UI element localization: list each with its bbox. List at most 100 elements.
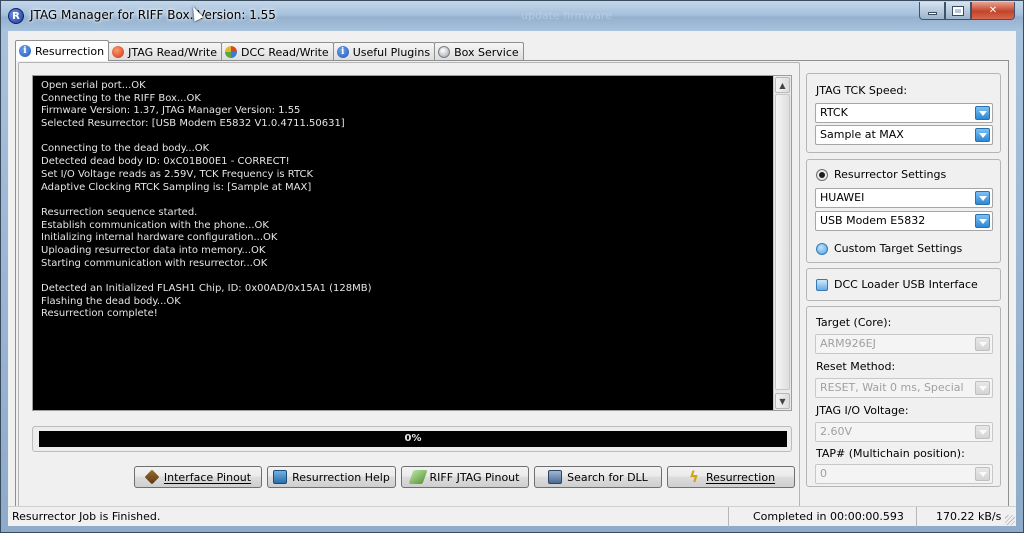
- console-line: Resurrection sequence started.: [41, 206, 198, 218]
- scroll-down-arrow-icon[interactable]: ▼: [775, 393, 790, 409]
- log-group: Open serial port...OK Connecting to the R…: [18, 62, 800, 517]
- title-bar[interactable]: R JTAG Manager for RIFF Box. Version: 1.…: [1, 1, 1023, 31]
- riff-jtag-pinout-button[interactable]: RIFF JTAG Pinout: [401, 466, 529, 488]
- scroll-thumb[interactable]: [775, 94, 790, 390]
- window-controls: ✕: [919, 2, 1015, 20]
- interface-pinout-button[interactable]: Interface Pinout: [134, 466, 262, 488]
- model-select[interactable]: USB Modem E5832: [815, 211, 993, 231]
- console-line: Connecting to the dead body...OK: [41, 143, 210, 155]
- console-line: Connecting to the RIFF Box...OK: [41, 92, 201, 104]
- console-scrollbar[interactable]: ▲ ▼: [773, 76, 791, 410]
- cube-icon: [144, 469, 160, 485]
- console-line: Selected Resurrector: [USB Modem E5832 V…: [41, 118, 345, 130]
- reset-method-label: Reset Method:: [816, 360, 896, 373]
- tab-label: Box Service: [454, 45, 519, 59]
- pinout-icon: [407, 470, 428, 484]
- chevron-down-icon[interactable]: [975, 191, 990, 205]
- tap-position-label: TAP# (Multichain position):: [816, 447, 965, 460]
- status-message: Resurrector Job is Finished.: [12, 510, 161, 523]
- combo-value: Sample at MAX: [820, 128, 904, 141]
- tab-label: Useful Plugins: [352, 45, 431, 59]
- window-title: JTAG Manager for RIFF Box. Version: 1.55: [30, 8, 276, 22]
- console-line: Starting communication with resurrector.…: [41, 257, 268, 269]
- chevron-down-icon[interactable]: [975, 128, 990, 142]
- io-voltage-label: JTAG I/O Voltage:: [816, 404, 909, 417]
- io-voltage-select[interactable]: 2.60V: [815, 422, 993, 442]
- reset-method-select[interactable]: RESET, Wait 0 ms, Special: [815, 378, 993, 398]
- button-label: Search for DLL: [567, 470, 648, 484]
- tck-speed-group: JTAG TCK Speed: RTCK Sample at MAX: [806, 73, 1001, 153]
- maximize-icon: [952, 5, 964, 16]
- action-buttons: Interface Pinout Resurrection Help RIFF …: [134, 466, 800, 488]
- chevron-down-icon[interactable]: [975, 337, 990, 351]
- rtck-sampling-select[interactable]: Sample at MAX: [815, 125, 993, 145]
- search-for-dll-button[interactable]: Search for DLL: [534, 466, 662, 488]
- tab-box-service[interactable]: Box Service: [434, 42, 524, 61]
- resurrector-settings-label[interactable]: Resurrector Settings: [834, 168, 946, 181]
- tab-strip: i Resurrection JTAG Read/Write DCC Read/…: [15, 40, 524, 61]
- chevron-down-icon[interactable]: [975, 214, 990, 228]
- tap-position-select[interactable]: 0: [815, 464, 993, 484]
- tab-label: JTAG Read/Write: [128, 45, 217, 59]
- console-line: Adaptive Clocking RTCK Sampling is: [Sam…: [41, 181, 312, 193]
- button-label: Interface Pinout: [163, 470, 252, 484]
- resurrection-help-button[interactable]: Resurrection Help: [267, 466, 396, 488]
- status-transfer-speed: 170.22 kB/s: [936, 510, 1002, 523]
- status-bar: Resurrector Job is Finished. Completed i…: [8, 506, 1016, 527]
- status-completed-time: Completed in 00:00:00.593: [753, 510, 904, 523]
- riff-app-icon[interactable]: R: [8, 8, 24, 24]
- minimize-icon: [927, 11, 937, 15]
- status-separator: [916, 507, 917, 527]
- console-line: Detected dead body ID: 0xC01B00E1 - CORR…: [41, 156, 290, 168]
- chevron-down-icon[interactable]: [975, 106, 990, 120]
- minimize-button[interactable]: [919, 2, 945, 20]
- manufacturer-select[interactable]: HUAWEI: [815, 188, 993, 208]
- console-log[interactable]: Open serial port...OK Connecting to the R…: [33, 76, 769, 410]
- tab-dcc-read-write[interactable]: DCC Read/Write: [220, 42, 334, 61]
- console-line: Initializing internal hardware configura…: [41, 232, 278, 244]
- combo-value: HUAWEI: [820, 191, 865, 204]
- tab-resurrection[interactable]: i Resurrection: [15, 40, 110, 61]
- console-line: Establish communication with the phone..…: [41, 219, 269, 231]
- scroll-up-arrow-icon[interactable]: ▲: [775, 77, 790, 93]
- client-area: i Resurrection JTAG Read/Write DCC Read/…: [8, 31, 1016, 527]
- close-button[interactable]: ✕: [971, 2, 1015, 20]
- resize-grip-icon[interactable]: [1005, 515, 1015, 525]
- console-line: Resurrection complete!: [41, 308, 158, 320]
- resurrector-settings-radio[interactable]: [816, 169, 828, 181]
- target-settings-group: Target (Core): ARM926EJ Reset Method: RE…: [806, 306, 1001, 487]
- combo-value: RTCK: [820, 106, 848, 119]
- custom-target-label[interactable]: Custom Target Settings: [834, 242, 962, 255]
- combo-value: RESET, Wait 0 ms, Special: [820, 381, 964, 394]
- target-core-label: Target (Core):: [816, 316, 892, 329]
- tab-useful-plugins[interactable]: i Useful Plugins: [332, 42, 436, 61]
- chevron-down-icon[interactable]: [975, 381, 990, 395]
- console-frame: Open serial port...OK Connecting to the R…: [32, 75, 792, 411]
- console-line: Flashing the dead body...OK: [41, 295, 181, 307]
- combo-value: ARM926EJ: [820, 337, 876, 350]
- console-line: Open serial port...OK: [41, 80, 146, 91]
- combo-value: USB Modem E5832: [820, 214, 926, 227]
- button-label: Resurrection: [705, 470, 776, 484]
- custom-target-radio[interactable]: [816, 243, 828, 255]
- jtag-icon: [112, 46, 125, 58]
- console-line: Detected an Initialized FLASH1 Chip, ID:…: [41, 283, 372, 294]
- status-separator: [728, 507, 729, 527]
- console-line: Uploading resurrector data into memory..…: [41, 244, 266, 256]
- box-icon: [438, 46, 451, 58]
- button-label: Resurrection Help: [292, 470, 390, 484]
- dcc-loader-checkbox[interactable]: [816, 279, 828, 291]
- dll-search-icon: [548, 470, 563, 484]
- combo-value: 2.60V: [820, 425, 853, 438]
- resurrection-button[interactable]: ϟ Resurrection: [667, 466, 795, 488]
- tab-jtag-read-write[interactable]: JTAG Read/Write: [108, 42, 222, 61]
- tck-speed-select[interactable]: RTCK: [815, 103, 993, 123]
- progress-bar: 0%: [39, 431, 787, 447]
- dcc-loader-group: DCC Loader USB Interface: [806, 268, 1001, 301]
- maximize-button[interactable]: [945, 2, 971, 20]
- dcc-loader-label[interactable]: DCC Loader USB Interface: [834, 278, 978, 291]
- target-core-select[interactable]: ARM926EJ: [815, 334, 993, 354]
- chevron-down-icon[interactable]: [975, 425, 990, 439]
- chevron-down-icon[interactable]: [975, 467, 990, 481]
